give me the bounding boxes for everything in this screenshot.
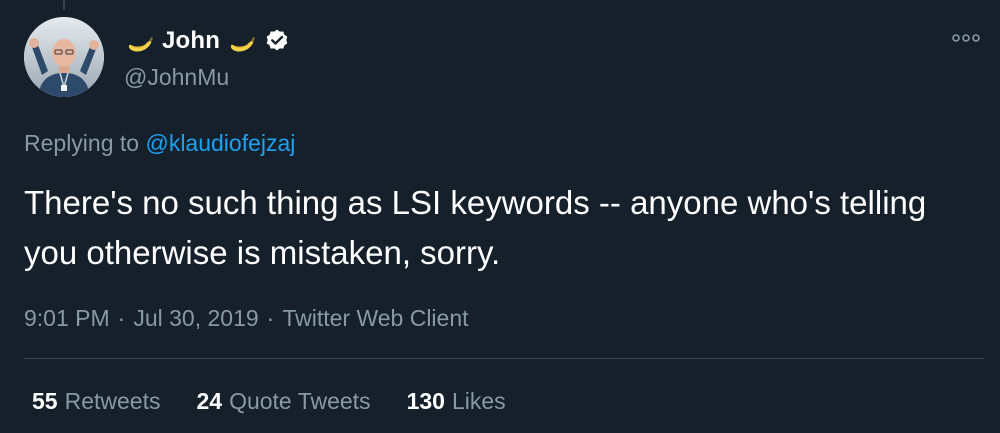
quote-tweets-stat[interactable]: 24 Quote Tweets	[196, 388, 370, 415]
thread-connector-line	[63, 0, 65, 10]
retweets-count: 55	[32, 388, 58, 414]
more-options-icon[interactable]	[948, 28, 984, 48]
tweet-card: John @JohnMu Replying to @klaudiofejzaj …	[0, 0, 1000, 433]
replying-to-label: Replying to	[24, 130, 140, 156]
verified-badge-icon	[266, 29, 288, 51]
author-name-row[interactable]: John	[124, 24, 290, 58]
engagement-stats: 55 Retweets 24 Quote Tweets 130 Likes	[32, 388, 542, 415]
reply-mention-link[interactable]: @klaudiofejzaj	[145, 130, 295, 156]
tweet-date[interactable]: Jul 30, 2019	[133, 305, 258, 332]
divider	[24, 358, 984, 359]
meta-separator: ·	[266, 305, 275, 331]
banana-icon	[128, 37, 153, 52]
likes-stat[interactable]: 130 Likes	[407, 388, 506, 415]
author-name[interactable]: John	[162, 27, 220, 55]
likes-label: Likes	[451, 388, 506, 414]
tweet-time[interactable]: 9:01 PM	[24, 305, 110, 332]
author-handle[interactable]: @JohnMu	[124, 64, 229, 91]
quote-tweets-count: 24	[196, 388, 223, 414]
avatar[interactable]	[24, 17, 104, 97]
replying-to-line: Replying to @klaudiofejzaj	[24, 130, 295, 157]
retweets-stat[interactable]: 55 Retweets	[32, 388, 160, 415]
tweet-text: There's no such thing as LSI keywords --…	[24, 184, 927, 271]
avatar-photo	[24, 17, 104, 97]
likes-count: 130	[406, 388, 445, 414]
retweets-label: Retweets	[64, 388, 161, 414]
tweet-client[interactable]: Twitter Web Client	[282, 305, 468, 332]
meta-separator: ·	[117, 305, 126, 331]
quote-tweets-label: Quote Tweets	[229, 388, 371, 414]
banana-icon	[231, 37, 256, 52]
tweet-meta: 9:01 PM · Jul 30, 2019 · Twitter Web Cli…	[24, 305, 469, 332]
